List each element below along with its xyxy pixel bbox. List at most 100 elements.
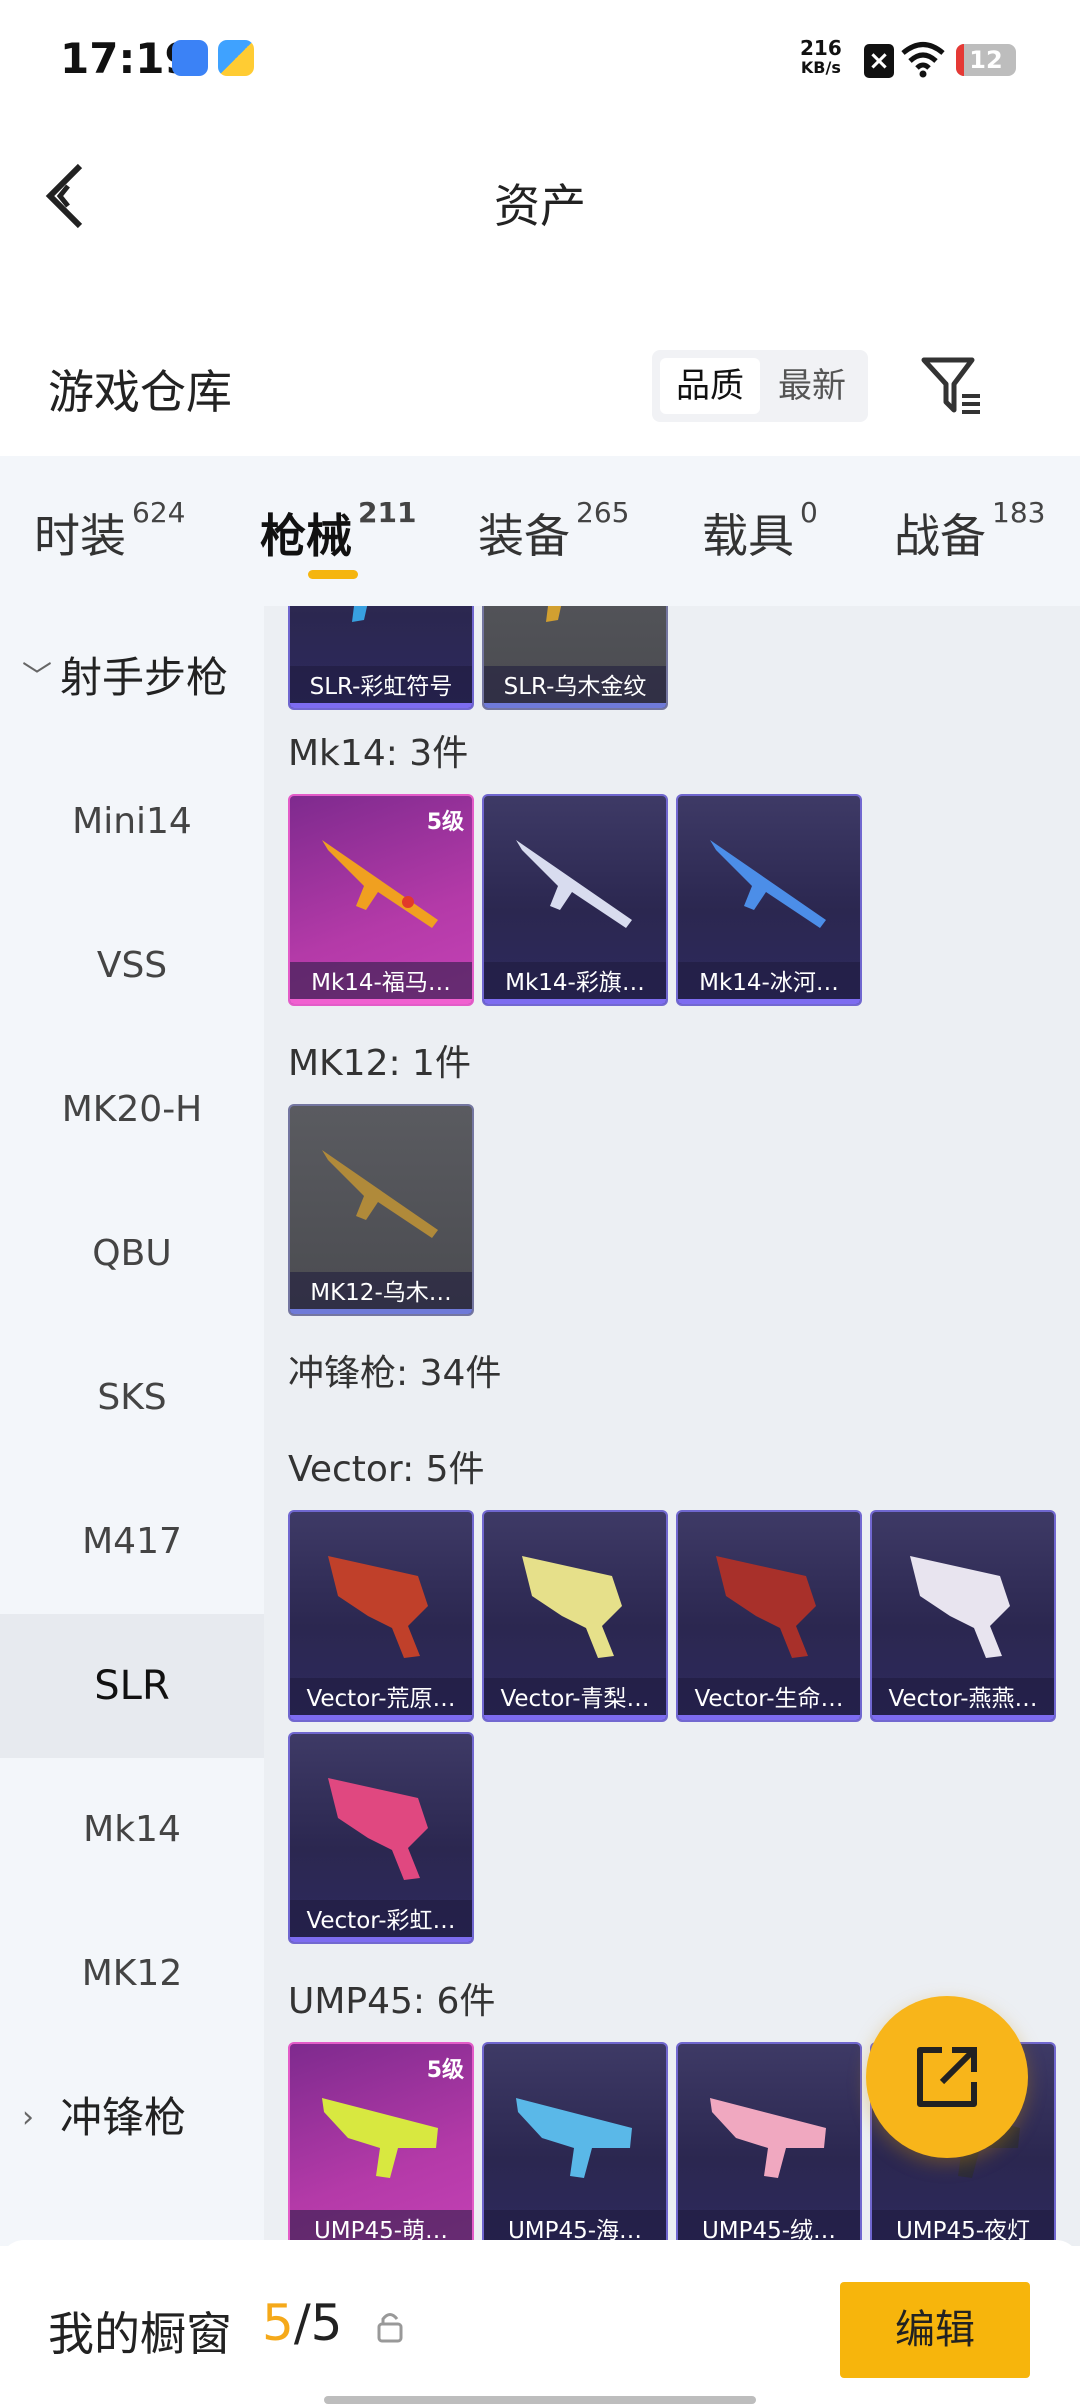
tab-firearms[interactable]: 枪械 211 [260,496,416,566]
tab-supplies[interactable]: 战备 183 [894,496,1045,566]
weapon-card[interactable]: Vector-生命… [676,1510,862,1722]
weapon-card-label: Vector-荒原… [290,1678,472,1720]
page-title: 资产 [494,179,586,233]
sidebar-group-label: 射手步枪 [60,653,229,702]
sidebar-item-sks[interactable]: SKS [0,1326,264,1470]
sidebar-item-vss[interactable]: VSS [0,894,264,1038]
smg-icon [716,1556,816,1658]
warehouse-title: 游戏仓库 [48,365,232,419]
weapon-sidebar: ﹀ 射手步枪 Mini14 VSS MK20-H QBU SKS M417 SL… [0,606,264,2246]
network-speed-value: 216 [800,36,842,60]
tab-fashion[interactable]: 时装 624 [34,496,185,566]
tab-label: 时装 [34,509,126,563]
tab-vehicles[interactable]: 载具 0 [702,496,818,566]
sort-by-quality[interactable]: 品质 [660,358,760,414]
weapon-card-label: Vector-燕燕… [872,1678,1054,1720]
smg-icon [910,1556,1010,1658]
rifle-icon [516,840,632,928]
smg-icon [516,2098,632,2178]
tab-count: 183 [992,496,1046,529]
smg-icon [522,1556,622,1658]
sidebar-item-qbu[interactable]: QBU [0,1182,264,1326]
chevron-down-icon: ﹀ [22,660,52,695]
weapon-card[interactable]: MK12-乌木… [288,1104,474,1316]
section-label-ump45: UMP45: 6件 [288,1981,496,2022]
weapon-card[interactable]: UMP45-绒… [676,2042,862,2246]
tab-label: 载具 [702,509,794,563]
sidebar-item-slr[interactable]: SLR [0,1614,264,1758]
rifle-icon [322,840,438,928]
weapon-card-label: SLR-乌木金纹 [484,666,666,708]
sidebar-group-sniper[interactable]: ﹀ 射手步枪 [0,606,264,750]
showcase-total: /5 [293,2294,343,2352]
sidebar-group-label: 冲锋枪 [60,2093,187,2142]
network-speed-unit: KB/s [800,58,841,77]
edit-button[interactable]: 编辑 [840,2282,1030,2378]
smg-icon [710,2098,826,2178]
sidebar-item-mk14[interactable]: Mk14 [0,1758,264,1902]
network-speed: 216 KB/s [800,38,842,78]
rifle-icon [546,606,562,622]
weapon-card[interactable]: Mk14-冰河… [676,794,862,1006]
battery-icon: 12 [956,44,1016,76]
smg-icon [328,1556,428,1658]
app-notification-icon [172,40,208,76]
weapon-card[interactable]: 5级 Mk14-福马… [288,794,474,1006]
tab-count: 211 [358,496,417,529]
wifi-icon [901,42,945,78]
sidebar-item-m417[interactable]: M417 [0,1470,264,1614]
weapon-card[interactable]: Vector-彩虹… [288,1732,474,1944]
filter-button[interactable] [920,352,984,422]
lock-icon [377,2313,403,2343]
home-indicator [324,2396,756,2404]
showcase-count: 5/5 [262,2294,342,2352]
app-notification-icon-2 [218,40,254,76]
tab-label: 装备 [478,509,570,563]
section-label-vector: Vector: 5件 [288,1449,485,1490]
weapon-card[interactable]: Vector-燕燕… [870,1510,1056,1722]
weapon-card[interactable]: Vector-青梨… [482,1510,668,1722]
weapon-card-label: Vector-生命… [678,1678,860,1720]
rifle-icon [352,606,368,622]
sidebar-item-mk12[interactable]: MK12 [0,1902,264,2046]
active-tab-indicator [308,570,358,579]
sort-toggle: 品质 最新 [652,350,868,422]
tab-label: 战备 [894,509,986,563]
showcase-bar: 我的橱窗 5/5 编辑 [0,2240,1080,2408]
weapon-card[interactable]: 5级 UMP45-萌… [288,2042,474,2246]
filter-icon [921,357,980,414]
weapon-card[interactable]: UMP45-海… [482,2042,668,2246]
weapon-card-label: Mk14-福马… [290,962,472,1004]
sidebar-group-smg[interactable]: › 冲锋枪 [0,2046,264,2190]
category-tabs: 时装 624 枪械 211 装备 265 载具 0 战备 183 [0,456,1080,606]
weapon-card-label: SLR-彩虹符号 [290,666,472,708]
tab-count: 624 [132,496,186,529]
weapon-card-label: Vector-彩虹… [290,1900,472,1942]
sidebar-item-mk20h[interactable]: MK20-H [0,1038,264,1182]
sort-by-newest[interactable]: 最新 [762,358,862,414]
section-label-mk12: MK12: 1件 [288,1043,471,1084]
sim-off-icon: × [864,44,894,78]
showcase-current: 5 [262,2294,294,2352]
weapon-card-label: Vector-青梨… [484,1678,666,1720]
weapon-card[interactable]: Vector-荒原… [288,1510,474,1722]
rifle-icon [322,1150,438,1238]
tab-label: 枪械 [260,509,352,563]
smg-icon [328,1778,428,1880]
weapon-card-label: MK12-乌木… [290,1272,472,1314]
tab-count: 0 [800,496,818,529]
weapon-card-label: Mk14-彩旗… [484,962,666,1004]
weapon-card[interactable]: Mk14-彩旗… [482,794,668,1006]
section-label-smg: 冲锋枪: 34件 [288,1353,502,1394]
sidebar-item-mini14[interactable]: Mini14 [0,750,264,894]
tab-equipment[interactable]: 装备 265 [478,496,629,566]
weapon-card-label: Mk14-冰河… [678,962,860,1004]
weapon-card[interactable]: SLR-乌木金纹 [482,606,668,710]
share-button[interactable] [866,1996,1028,2158]
smg-icon [322,2098,438,2178]
rifle-icon [710,840,826,928]
section-label-mk14: Mk14: 3件 [288,733,469,774]
showcase-label: 我的橱窗 [48,2307,232,2361]
weapon-card[interactable]: SLR-彩虹符号 [288,606,474,710]
battery-level: 12 [969,46,1003,74]
